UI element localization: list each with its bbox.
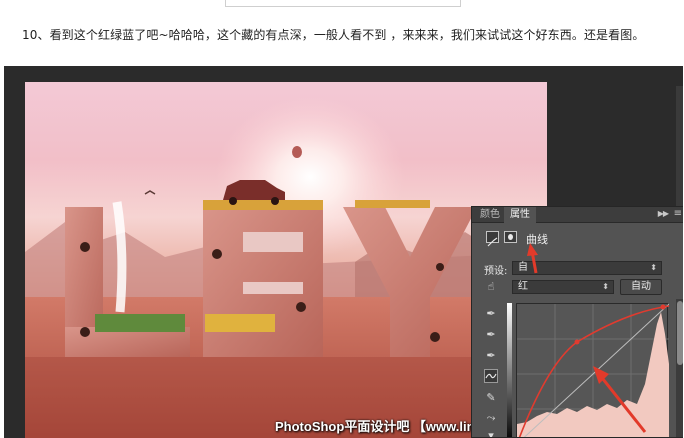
panel-scrollbar-thumb[interactable]	[677, 301, 683, 365]
tab-color[interactable]: 颜色	[474, 207, 506, 223]
menu-lines-icon[interactable]: ≡	[674, 208, 682, 219]
curve-graph[interactable]	[516, 303, 669, 437]
instruction-text: 10、看到这个红绿蓝了吧~哈哈哈，这个藏的有点深，一般人看不到 ，来来来，我们来…	[22, 28, 645, 42]
updown-caret-icon: ⬍	[650, 263, 657, 272]
eyedropper-white-icon[interactable]: ✒	[484, 349, 498, 363]
hot-air-balloon	[292, 146, 302, 158]
preset-value: 自	[518, 262, 528, 273]
canvas-artwork	[25, 97, 547, 438]
pencil-icon[interactable]: ✎	[484, 391, 498, 405]
bird	[144, 190, 156, 195]
panel-title: 曲线	[526, 233, 548, 246]
curve-graph-svg	[517, 304, 669, 437]
workspace-scrollbar[interactable]	[676, 86, 683, 206]
updown-caret-icon: ⬍	[602, 282, 609, 291]
input-gradient-bar	[507, 303, 512, 437]
top-strip-decoration	[225, 0, 461, 7]
layer-mask-icon[interactable]	[504, 231, 517, 243]
clip-icon[interactable]: ▾	[484, 429, 498, 437]
curve-control-point[interactable]	[574, 339, 580, 345]
eyedropper-gray-icon[interactable]: ✒	[484, 328, 498, 342]
curve-endpoint[interactable]	[660, 304, 666, 310]
document-canvas: PhotoShop平面设计吧 【www.linecg.com/tieba/178…	[25, 82, 547, 438]
auto-button[interactable]: 自动	[620, 279, 662, 295]
curves-adjustment-icon[interactable]	[486, 231, 499, 247]
double-chevron-right-icon[interactable]: ▶▶	[658, 209, 669, 218]
panel-tab-bar: 颜色 属性 ▶▶ ≡	[472, 207, 683, 223]
hand-on-image-icon[interactable]: ☝	[484, 280, 498, 294]
curve-point-icon[interactable]	[484, 369, 498, 383]
preset-label: 预设:	[484, 266, 508, 277]
channel-dropdown[interactable]: 红 ⬍	[512, 280, 614, 294]
preset-dropdown[interactable]: 自 ⬍	[512, 261, 662, 275]
waterfall	[112, 201, 127, 313]
eyedropper-black-icon[interactable]: ✒	[484, 307, 498, 321]
panel-scrollbar[interactable]	[676, 299, 683, 437]
photoshop-workspace: PhotoShop平面设计吧 【www.linecg.com/tieba/178…	[4, 66, 683, 438]
channel-value: 红	[518, 281, 528, 292]
properties-panel: 颜色 属性 ▶▶ ≡ 曲线 预设: 自 ⬍ ☝ 红 ⬍ 自动 ✒ ✒ ✒ ✎ ⤳…	[471, 206, 683, 438]
tab-properties[interactable]: 属性	[504, 207, 536, 223]
smooth-icon[interactable]: ⤳	[484, 411, 498, 425]
